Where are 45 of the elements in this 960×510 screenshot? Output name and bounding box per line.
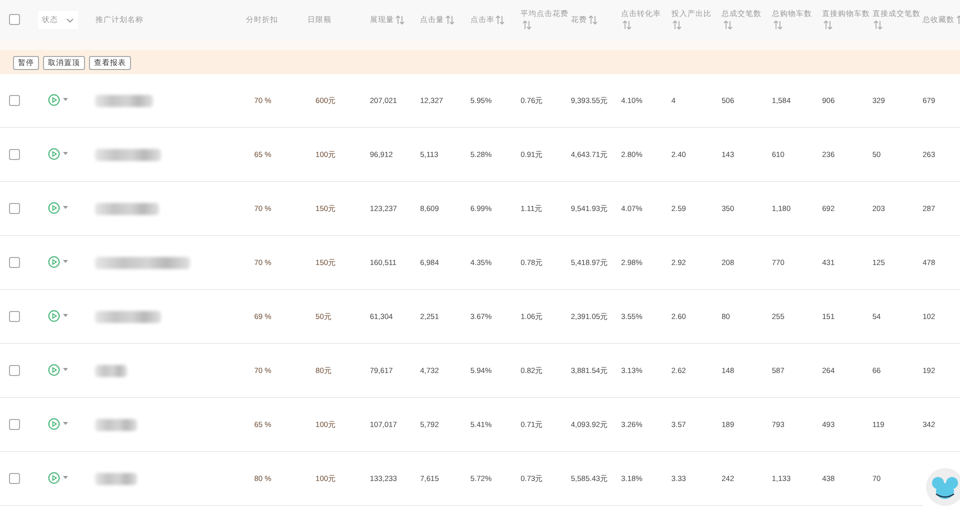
caret-icon[interactable] — [63, 422, 68, 426]
caret-icon[interactable] — [63, 260, 68, 264]
sort-icon[interactable] — [772, 20, 783, 30]
blurred-name — [95, 472, 138, 484]
checkbox[interactable] — [9, 95, 20, 106]
sort-icon[interactable] — [672, 20, 682, 30]
caret-icon[interactable] — [63, 368, 68, 372]
blurred-name — [95, 148, 162, 160]
caret-icon[interactable] — [63, 206, 68, 210]
play-status-icon[interactable] — [48, 364, 60, 376]
caret-icon[interactable] — [63, 476, 68, 480]
checkbox[interactable] — [9, 203, 20, 214]
play-status-icon[interactable] — [48, 472, 60, 484]
sort-icon[interactable] — [588, 14, 598, 25]
play-status-icon[interactable] — [48, 418, 60, 430]
sort-icon[interactable] — [722, 20, 733, 30]
checkbox[interactable] — [9, 365, 20, 376]
sort-icon[interactable] — [394, 14, 405, 25]
checkbox[interactable] — [9, 311, 20, 322]
checkbox[interactable] — [9, 14, 20, 26]
checkbox[interactable] — [9, 419, 20, 430]
caret-icon[interactable] — [63, 98, 68, 102]
checkbox[interactable] — [9, 257, 20, 268]
caret-icon[interactable] — [63, 314, 68, 318]
play-status-icon[interactable] — [48, 94, 60, 106]
sort-icon[interactable] — [873, 20, 884, 30]
blurred-name — [95, 364, 128, 376]
blurred-name — [95, 94, 154, 106]
play-status-icon[interactable] — [48, 202, 60, 214]
blurred-name — [95, 310, 162, 322]
chevron-down-icon — [66, 18, 74, 22]
play-status-icon[interactable] — [48, 310, 60, 322]
caret-icon[interactable] — [63, 152, 68, 156]
checkbox[interactable] — [9, 149, 20, 160]
sort-icon[interactable] — [823, 20, 834, 30]
play-status-icon[interactable] — [48, 256, 60, 268]
sort-icon[interactable] — [445, 14, 456, 25]
checkbox[interactable] — [9, 473, 20, 484]
blurred-name — [95, 418, 138, 430]
chat-widget-button[interactable] — [926, 468, 960, 506]
sort-icon[interactable] — [522, 20, 532, 30]
sort-icon[interactable] — [622, 20, 632, 30]
blurred-name — [95, 202, 160, 214]
play-status-icon[interactable] — [48, 148, 60, 160]
sort-icon[interactable] — [495, 14, 506, 25]
